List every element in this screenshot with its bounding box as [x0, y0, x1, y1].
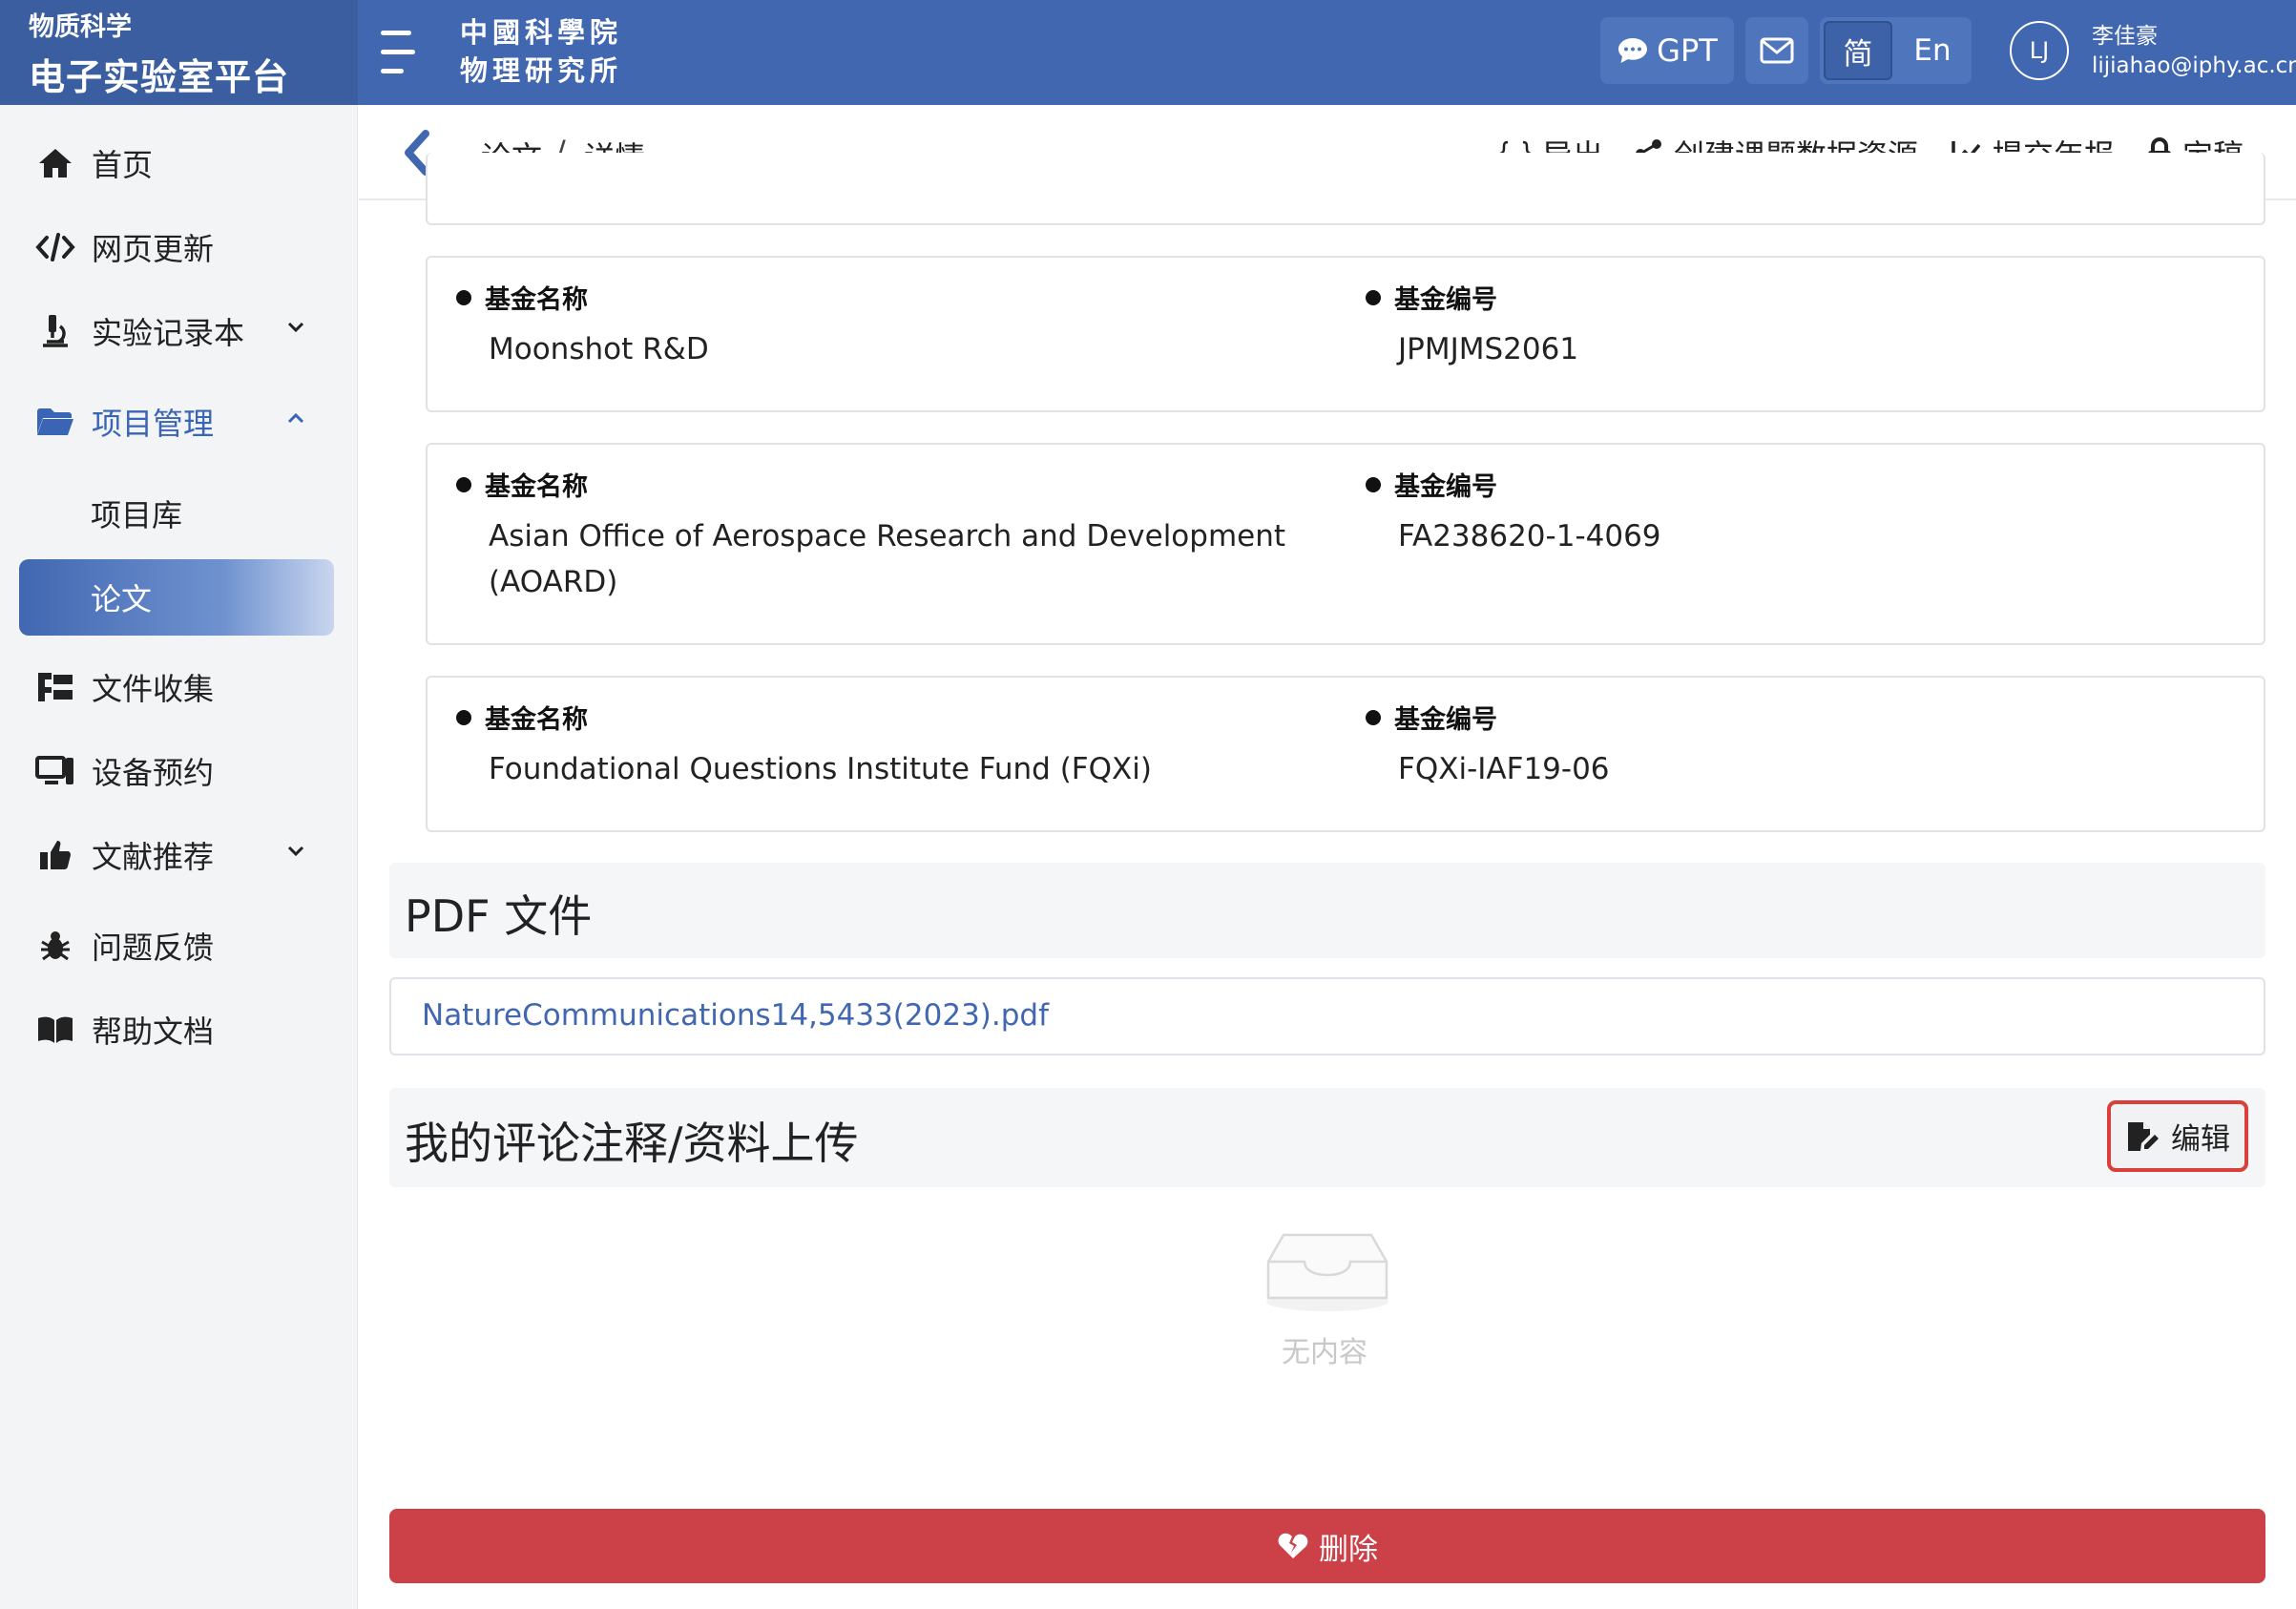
- sidebar-item-help-docs[interactable]: 帮助文档: [19, 996, 334, 1063]
- comments-section-header: 我的评论注释/资料上传: [389, 1088, 2265, 1187]
- desktop-icon: [29, 752, 82, 790]
- fund-name-label: 基金名称: [456, 279, 588, 316]
- envelope-icon: [1760, 37, 1794, 64]
- edit-document-icon: [2128, 1121, 2159, 1151]
- chevron-up-icon: [287, 412, 304, 424]
- sidebar-item-equipment-booking[interactable]: 设备预约: [19, 738, 334, 804]
- broken-heart-icon: [1278, 1533, 1308, 1558]
- sidebar-item-label: 文献推荐: [92, 839, 215, 875]
- fund-number-label: 基金编号: [1366, 466, 1497, 503]
- fund-number-value: JPMJMS2061: [1398, 332, 1579, 366]
- sidebar-item-label: 论文: [91, 581, 153, 617]
- delete-label: 删除: [1319, 1532, 1378, 1567]
- fund-number-label: 基金编号: [1366, 699, 1497, 736]
- brand-title: 电子实验室平台: [29, 56, 290, 98]
- tree-icon: [29, 668, 82, 706]
- institute-logo-line2: 物理研究所: [460, 54, 623, 87]
- fund-name-label: 基金名称: [456, 699, 588, 736]
- chevron-down-icon: [287, 846, 304, 857]
- book-icon: [29, 1011, 82, 1049]
- pdf-file-link[interactable]: NatureCommunications14,5433(2023).pdf: [422, 998, 1049, 1033]
- sidebar-item-home[interactable]: 首页: [19, 130, 334, 197]
- menu-toggle-icon[interactable]: [377, 25, 419, 80]
- institute-logo-line1: 中國科學院: [460, 16, 623, 49]
- sidebar-item-label: 问题反馈: [92, 930, 215, 966]
- sidebar-item-project-library[interactable]: 项目库: [19, 480, 334, 547]
- code-icon: [29, 228, 82, 266]
- sidebar-item-label: 项目库: [91, 497, 183, 533]
- sidebar-item-file-collection[interactable]: 文件收集: [19, 654, 334, 721]
- fund-card: 基金名称 基金编号 Asian Office of Aerospace Rese…: [426, 443, 2265, 645]
- sidebar-item-project-management[interactable]: 项目管理: [19, 388, 334, 455]
- sidebar-item-web-update[interactable]: 网页更新: [19, 214, 334, 281]
- sidebar-item-label: 实验记录本: [92, 315, 245, 351]
- home-icon: [29, 144, 82, 182]
- delete-button[interactable]: 删除: [389, 1509, 2265, 1583]
- pdf-section-header: PDF 文件: [389, 863, 2265, 958]
- gpt-button[interactable]: GPT: [1600, 17, 1734, 84]
- sidebar-item-label: 帮助文档: [92, 1013, 215, 1050]
- sidebar-item-label: 网页更新: [92, 231, 215, 267]
- fund-name-label: 基金名称: [456, 466, 588, 503]
- sidebar-item-feedback[interactable]: 问题反馈: [19, 912, 334, 979]
- top-navbar: 物质科学 电子实验室平台 中國科學院 物理研究所 GPT 简 En LJ 李佳豪…: [0, 0, 2296, 105]
- fund-number-value: FA238620-1-4069: [1398, 519, 1661, 554]
- institute-logo: 中國科學院 物理研究所: [460, 13, 622, 90]
- bug-icon: [29, 927, 82, 965]
- empty-state-text: 无内容: [1282, 1336, 1367, 1369]
- pdf-file-box: NatureCommunications14,5433(2023).pdf: [389, 977, 2265, 1055]
- sidebar-item-label: 项目管理: [92, 406, 215, 442]
- chat-bubble-icon: [1618, 38, 1648, 63]
- sidebar-item-label: 文件收集: [92, 671, 215, 707]
- fund-name-value: Asian Office of Aerospace Research and D…: [489, 519, 1286, 599]
- fund-name-value: Foundational Questions Institute Fund (F…: [489, 752, 1152, 786]
- sidebar-item-lab-notebook[interactable]: 实验记录本: [19, 298, 334, 365]
- fund-name-value: Moonshot R&D: [489, 332, 709, 366]
- edit-button[interactable]: 编辑: [2107, 1100, 2248, 1172]
- edit-label: 编辑: [2171, 1122, 2230, 1157]
- microscope-icon: [29, 312, 82, 350]
- brand[interactable]: 物质科学 电子实验室平台: [0, 0, 358, 105]
- mail-button[interactable]: [1745, 17, 1808, 84]
- sidebar: 首页 网页更新 实验记录本 项目管理 项目库 论文 文件收集 设备预约 文献推荐…: [0, 105, 358, 1609]
- lang-option-en[interactable]: En: [1898, 21, 1967, 80]
- comments-section-title: 我的评论注释/资料上传: [405, 1118, 859, 1169]
- sidebar-item-literature-recommendation[interactable]: 文献推荐: [19, 822, 334, 888]
- brand-subtitle: 物质科学: [29, 12, 132, 42]
- user-email[interactable]: lijiahao@iphy.ac.cn: [2092, 53, 2296, 78]
- avatar[interactable]: LJ: [2010, 21, 2069, 80]
- user-name[interactable]: 李佳豪: [2092, 17, 2158, 50]
- fund-number-label: 基金编号: [1366, 279, 1497, 316]
- language-switcher: 简 En: [1820, 17, 1972, 84]
- folder-icon: [29, 403, 82, 441]
- sidebar-item-papers[interactable]: 论文: [19, 559, 334, 636]
- sidebar-item-label: 设备预约: [92, 755, 215, 791]
- pdf-section-title: PDF 文件: [405, 890, 593, 942]
- fund-card-partial: [426, 153, 2265, 225]
- fund-card: 基金名称 基金编号 Foundational Questions Institu…: [426, 676, 2265, 832]
- empty-inbox-icon: [1266, 1233, 1388, 1311]
- sidebar-item-label: 首页: [92, 147, 154, 183]
- thumbs-up-icon: [29, 836, 82, 874]
- lang-option-zh[interactable]: 简: [1824, 21, 1892, 80]
- gpt-label: GPT: [1657, 32, 1718, 69]
- fund-number-value: FQXi-IAF19-06: [1398, 752, 1610, 786]
- chevron-down-icon: [287, 322, 304, 333]
- fund-card: 基金名称 基金编号 Moonshot R&D JPMJMS2061: [426, 256, 2265, 412]
